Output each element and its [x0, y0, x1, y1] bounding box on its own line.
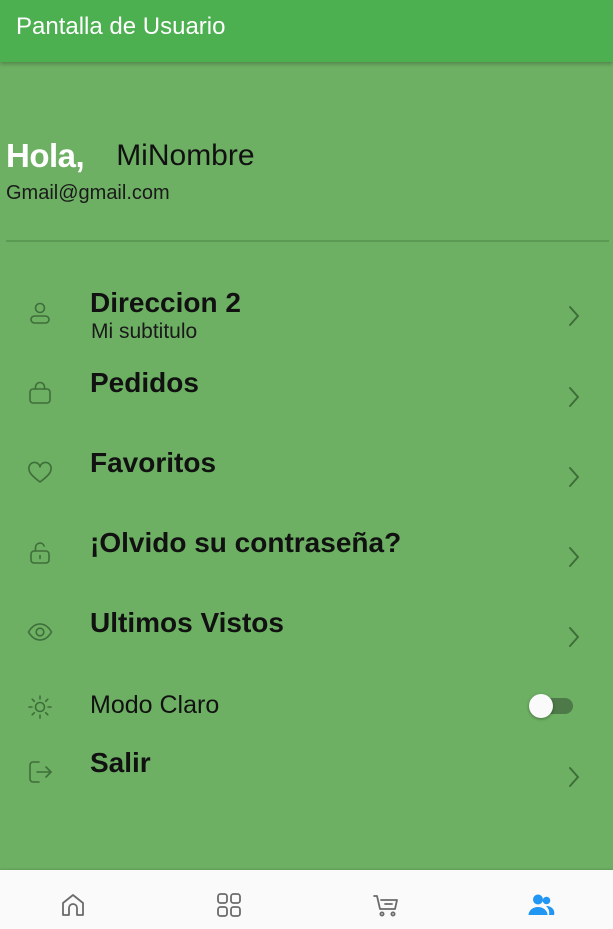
- user-email: Gmail@gmail.com: [6, 182, 170, 204]
- nav-home-button[interactable]: [0, 870, 153, 929]
- chevron-right-icon: [566, 546, 582, 568]
- chevron-right-icon: [566, 305, 582, 327]
- grid-icon: [217, 893, 241, 917]
- theme-toggle[interactable]: [527, 692, 575, 720]
- menu-item-address[interactable]: Direccion 2 Mi subtitulo: [0, 286, 613, 362]
- menu-item-password-title: ¡Olvido su contraseña?: [90, 527, 402, 558]
- app-bar: Pantalla de Usuario: [0, 0, 613, 62]
- menu-item-recent[interactable]: Ultimos Vistos: [0, 606, 613, 682]
- nav-profile-button[interactable]: [459, 870, 612, 929]
- menu-item-orders-title: Pedidos: [90, 367, 199, 398]
- unlock-icon: [26, 539, 54, 567]
- shopping-bag-icon: [26, 379, 54, 407]
- eye-icon: [26, 618, 54, 646]
- menu-item-logout-title: Salir: [90, 747, 151, 778]
- app-bar-title: Pantalla de Usuario: [16, 13, 226, 40]
- menu-item-theme: Modo Claro: [0, 690, 613, 730]
- chevron-right-icon: [566, 386, 582, 408]
- menu-item-address-subtitle: Mi subtitulo: [91, 320, 198, 343]
- user-name: MiNombre: [116, 139, 255, 172]
- menu-item-recent-title: Ultimos Vistos: [90, 607, 284, 638]
- greeting-text: Hola,: [6, 137, 85, 174]
- user-outline-icon: [26, 299, 54, 327]
- chevron-right-icon: [566, 466, 582, 488]
- menu-item-address-title: Direccion 2: [90, 287, 241, 318]
- logout-icon: [26, 758, 54, 786]
- nav-cart-button[interactable]: [306, 870, 459, 929]
- greeting-row: Hola, MiNombre: [6, 136, 255, 176]
- menu-item-password[interactable]: ¡Olvido su contraseña?: [0, 526, 613, 602]
- divider: [6, 240, 609, 242]
- menu-item-favorites[interactable]: Favoritos: [0, 446, 613, 522]
- heart-icon: [26, 459, 54, 487]
- menu-item-favorites-title: Favoritos: [90, 447, 217, 478]
- menu-item-logout[interactable]: Salir: [0, 746, 613, 822]
- theme-label: Modo Claro: [90, 691, 220, 719]
- users-icon: [528, 894, 555, 915]
- sun-icon: [26, 693, 54, 721]
- chevron-right-icon: [566, 626, 582, 648]
- home-icon: [62, 894, 84, 916]
- cart-icon: [373, 895, 398, 917]
- toggle-thumb: [529, 694, 553, 718]
- menu-item-orders[interactable]: Pedidos: [0, 366, 613, 442]
- chevron-right-icon: [566, 766, 582, 788]
- bottom-navigation: [0, 870, 613, 929]
- nav-categories-button[interactable]: [153, 870, 306, 929]
